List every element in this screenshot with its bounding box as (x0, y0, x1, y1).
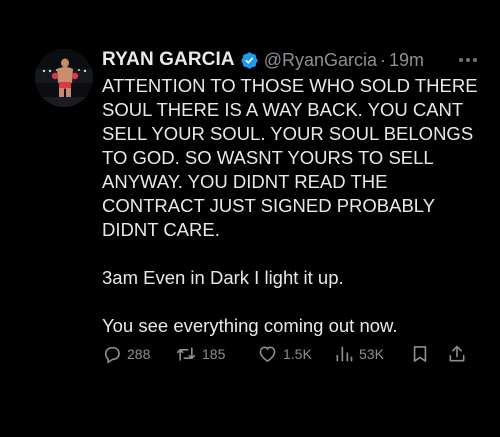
tweet-paragraph: ATTENTION TO THOSE WHO SOLD THERE SOUL T… (102, 75, 478, 240)
author-name[interactable]: RYAN GARCIA (102, 49, 235, 71)
verified-badge-icon (240, 51, 259, 70)
reply-icon (102, 344, 122, 364)
heart-icon (257, 344, 278, 364)
avatar-image (35, 49, 93, 107)
bookmark-button[interactable] (410, 342, 430, 366)
retweet-button[interactable]: 185 (175, 342, 225, 366)
share-button[interactable] (447, 342, 467, 366)
bookmark-icon (410, 344, 430, 364)
views-button[interactable]: 53K (334, 342, 384, 366)
retweet-count: 185 (202, 346, 226, 362)
retweet-icon (175, 344, 197, 364)
tweet-header: RYAN GARCIA @RyanGarcia · 19m (102, 48, 424, 72)
avatar[interactable] (35, 49, 93, 107)
tweet-paragraph: You see everything coming out now. (102, 315, 398, 336)
reply-button[interactable]: 288 (102, 342, 150, 366)
separator-dot: · (380, 49, 387, 70)
like-count: 1.5K (283, 346, 312, 362)
more-dots-icon[interactable] (455, 50, 481, 70)
share-icon (447, 344, 467, 364)
author-handle[interactable]: @RyanGarcia (264, 50, 377, 71)
timestamp[interactable]: 19m (389, 50, 424, 71)
tweet-paragraph: 3am Even in Dark I light it up. (102, 267, 344, 288)
tweet[interactable]: RYAN GARCIA @RyanGarcia · 19m ATTENTION … (0, 0, 500, 437)
tweet-actions: 288 185 1.5K 53K (102, 342, 472, 366)
reply-count: 288 (127, 346, 151, 362)
views-chart-icon (334, 344, 354, 364)
like-button[interactable]: 1.5K (257, 342, 312, 366)
views-count: 53K (359, 346, 384, 362)
tweet-text: ATTENTION TO THOSE WHO SOLD THERE SOUL T… (102, 74, 482, 362)
